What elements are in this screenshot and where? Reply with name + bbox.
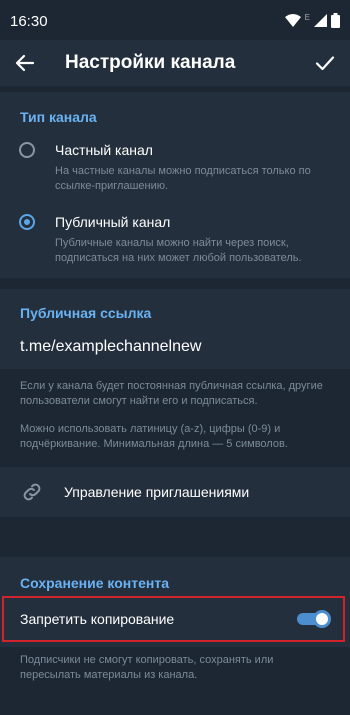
option-title: Публичный канал xyxy=(55,214,171,230)
network-type-label: E xyxy=(304,13,310,22)
option-description: На частные каналы можно подписаться толь… xyxy=(55,165,311,192)
battery-icon xyxy=(331,13,340,28)
radio-private[interactable] xyxy=(19,142,35,158)
status-icons: E xyxy=(284,13,340,28)
option-title: Частный канал xyxy=(55,142,153,158)
app-bar: Настройки канала xyxy=(0,40,350,86)
restrict-copy-toggle[interactable] xyxy=(297,610,331,628)
checkmark-icon[interactable] xyxy=(313,51,337,75)
public-link-info: Если у канала будет постоянная публичная… xyxy=(20,380,323,407)
page-title: Настройки канала xyxy=(65,52,236,73)
manage-invites-label: Управление приглашениями xyxy=(64,484,250,500)
channel-type-section: Тип канала Частный канал На частные кана… xyxy=(0,92,350,278)
section-title-channel-type: Тип канала xyxy=(20,109,97,125)
status-time: 16:30 xyxy=(10,13,48,30)
option-description: Публичные каналы можно найти через поиск… xyxy=(55,237,302,264)
toggle-knob xyxy=(313,610,331,628)
section-title-public-link: Публичная ссылка xyxy=(20,305,152,321)
restrict-copy-label: Запретить копирование xyxy=(20,611,175,627)
manage-invites-row[interactable]: Управление приглашениями xyxy=(0,467,350,517)
section-title-content-saving: Сохранение контента xyxy=(20,575,169,591)
status-bar: 16:30 E xyxy=(0,0,350,40)
public-link-rules: Можно использовать латиницу (a-z), цифры… xyxy=(20,423,288,450)
wifi-icon xyxy=(284,14,301,27)
public-link-section: Публичная ссылка t.me/examplechannelnew xyxy=(0,289,350,369)
radio-public[interactable] xyxy=(19,214,35,230)
public-link-input[interactable]: t.me/examplechannelnew xyxy=(20,338,201,356)
link-icon xyxy=(23,483,41,501)
content-saving-info: Подписчики не смогут копировать, сохраня… xyxy=(20,654,274,681)
signal-icon xyxy=(314,14,327,27)
back-arrow-icon[interactable] xyxy=(13,51,37,75)
